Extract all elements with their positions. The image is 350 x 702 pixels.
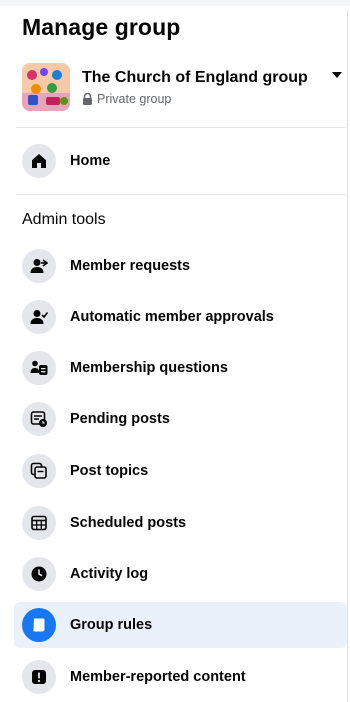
report-icon <box>22 660 56 694</box>
nav-post-topics[interactable]: Post topics <box>14 448 347 494</box>
group-switcher[interactable]: The Church of England group Private grou… <box>22 60 344 114</box>
divider <box>16 127 346 128</box>
admin-tools-header: Admin tools <box>22 211 106 228</box>
nav-home[interactable]: Home <box>14 138 347 184</box>
group-privacy-label: Private group <box>97 92 172 106</box>
nav-member-reported-content[interactable]: Member-reported content <box>14 654 347 700</box>
nav-automatic-member-approvals[interactable]: Automatic member approvals <box>14 294 347 340</box>
nav-membership-questions[interactable]: Membership questions <box>14 345 347 391</box>
group-rules-icon <box>22 608 56 642</box>
nav-home-label: Home <box>70 153 111 169</box>
nav-activity-log[interactable]: Activity log <box>14 551 347 597</box>
nav-scheduled-posts[interactable]: Scheduled posts <box>14 500 347 546</box>
top-strip <box>0 0 350 6</box>
nav-pending-posts-label: Pending posts <box>70 411 170 427</box>
home-icon <box>22 144 56 178</box>
pending-posts-icon <box>22 402 56 436</box>
nav-pending-posts[interactable]: Pending posts <box>14 396 347 442</box>
nav-member-requests-label: Member requests <box>70 258 191 274</box>
nav-post-topics-label: Post topics <box>70 463 149 479</box>
group-name: The Church of England group <box>82 69 308 86</box>
scheduled-posts-icon <box>22 506 56 540</box>
nav-group-rules-label: Group rules <box>70 617 153 633</box>
page-title: Manage group <box>22 14 181 40</box>
nav-member-reported-content-label: Member-reported content <box>70 669 246 685</box>
post-topics-icon <box>22 454 56 488</box>
lock-icon <box>83 93 92 105</box>
nav-member-requests[interactable]: Member requests <box>14 243 347 289</box>
nav-scheduled-posts-label: Scheduled posts <box>70 515 187 531</box>
panel-border <box>347 10 348 702</box>
divider <box>16 194 346 195</box>
clock-icon <box>22 557 56 591</box>
manage-group-panel: Manage group The Church of England group <box>0 0 350 702</box>
nav-group-rules[interactable]: Group rules <box>14 602 347 648</box>
nav-activity-log-label: Activity log <box>70 566 149 582</box>
caret-down-icon[interactable] <box>332 72 342 78</box>
nav-automatic-member-approvals-label: Automatic member approvals <box>70 309 274 325</box>
nav-membership-questions-label: Membership questions <box>70 360 228 376</box>
membership-questions-icon <box>22 351 56 385</box>
member-requests-icon <box>22 249 56 283</box>
group-privacy: Private group <box>82 92 344 106</box>
automatic-approvals-icon <box>22 300 56 334</box>
group-avatar <box>22 63 70 111</box>
